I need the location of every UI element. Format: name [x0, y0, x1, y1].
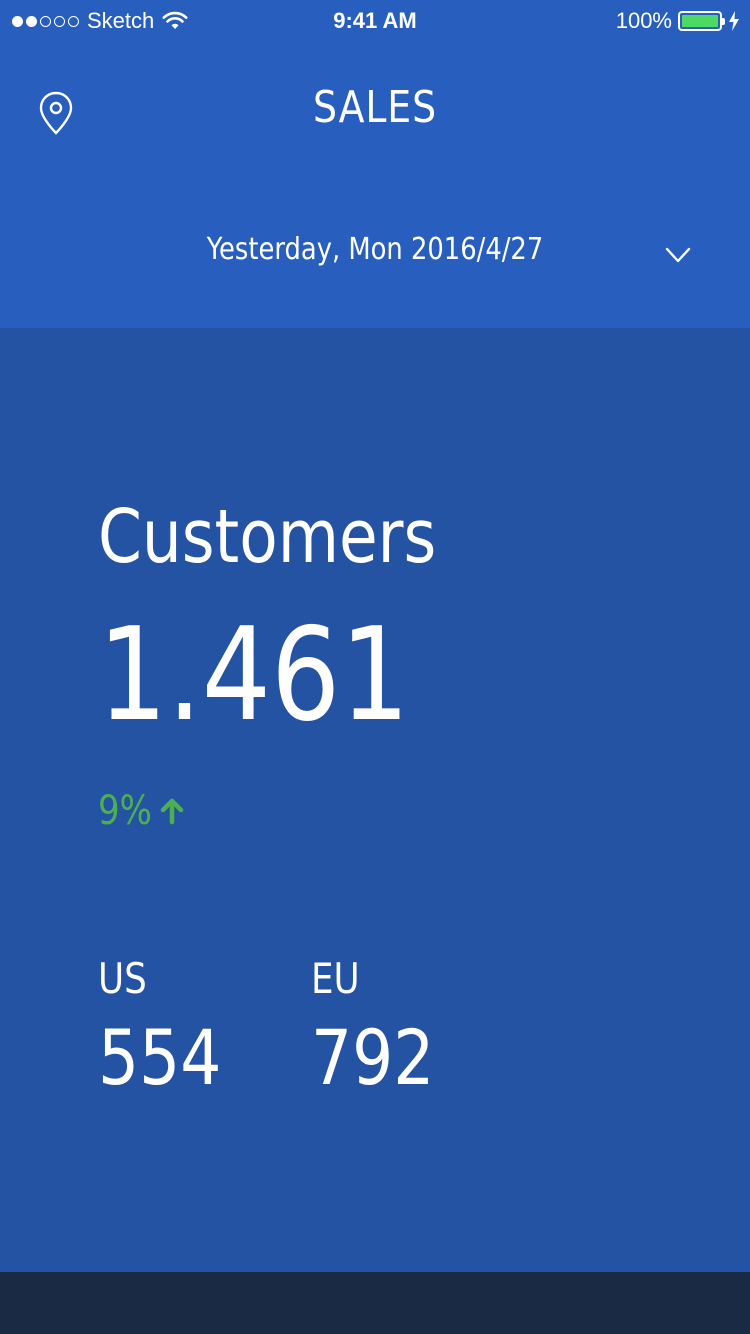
region-name: EU	[311, 954, 360, 1003]
charging-bolt-icon	[729, 11, 739, 31]
region-us: US 554	[98, 954, 243, 1102]
region-value: 554	[98, 1013, 222, 1102]
date-selector[interactable]: Yesterday, Mon 2016/4/27	[53, 232, 698, 267]
metric-change: 9%	[98, 788, 185, 834]
metric-value: 1.461	[98, 601, 410, 750]
page-title: SALES	[313, 82, 437, 133]
chevron-down-icon[interactable]	[664, 244, 692, 266]
metric-change-percent: 9%	[98, 788, 152, 834]
bottom-bar	[0, 1272, 750, 1334]
battery-icon	[678, 11, 725, 31]
region-eu: EU 792	[311, 954, 456, 1102]
metric-label: Customers	[98, 494, 437, 580]
status-bar: Sketch 9:41 AM 100%	[0, 0, 750, 40]
header	[0, 0, 750, 328]
battery-percent: 100%	[615, 8, 672, 33]
region-name: US	[98, 954, 147, 1003]
region-value: 792	[311, 1013, 435, 1102]
arrow-up-icon	[161, 798, 184, 825]
